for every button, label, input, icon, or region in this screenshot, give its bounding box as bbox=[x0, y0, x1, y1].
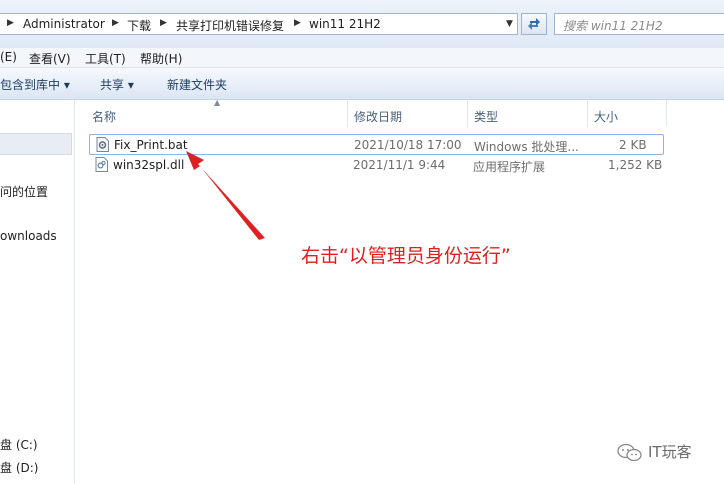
refresh-icon bbox=[528, 18, 540, 30]
menu-view[interactable]: 查看(V) bbox=[29, 50, 71, 67]
column-header-size[interactable]: 大小 bbox=[594, 108, 618, 125]
search-input[interactable]: 搜索 win11 21H2 bbox=[554, 13, 724, 35]
file-row[interactable]: win32spl.dll 2021/11/1 9:44 应用程序扩展 1,252… bbox=[89, 155, 664, 176]
breadcrumb-separator-icon[interactable]: ▶ bbox=[160, 18, 167, 28]
file-date: 2021/11/1 9:44 bbox=[353, 158, 446, 172]
column-header-name[interactable]: 名称 bbox=[92, 108, 116, 125]
file-name: Fix_Print.bat bbox=[114, 138, 188, 152]
search-placeholder: 搜索 win11 21H2 bbox=[563, 19, 663, 33]
column-divider[interactable] bbox=[666, 100, 667, 127]
sort-ascending-icon: ▲ bbox=[214, 98, 221, 107]
column-header-date[interactable]: 修改日期 bbox=[354, 108, 402, 125]
breadcrumb-administrator[interactable]: Administrator bbox=[23, 17, 105, 31]
breadcrumb-current-folder[interactable]: win11 21H2 bbox=[309, 17, 381, 31]
breadcrumb-separator-icon[interactable]: ▶ bbox=[7, 18, 14, 28]
file-row[interactable]: Fix_Print.bat 2021/10/18 17:00 Windows 批… bbox=[89, 134, 664, 155]
share-button[interactable]: 共享 ▾ bbox=[100, 76, 134, 93]
watermark-text: IT玩客 bbox=[648, 443, 692, 461]
menu-bar: (E) 查看(V) 工具(T) 帮助(H) bbox=[0, 48, 724, 68]
file-size: 1,252 KB bbox=[608, 158, 663, 172]
column-divider[interactable] bbox=[467, 100, 468, 127]
command-toolbar: 包含到库中 ▾ 共享 ▾ 新建文件夹 bbox=[0, 68, 724, 100]
nav-item-drive-d[interactable]: 盘 (D:) bbox=[0, 459, 38, 476]
breadcrumb-separator-icon[interactable]: ▶ bbox=[112, 18, 119, 28]
nav-item-drive-c[interactable]: 盘 (C:) bbox=[0, 436, 38, 453]
file-size: 2 KB bbox=[619, 138, 647, 152]
refresh-button[interactable] bbox=[521, 13, 547, 35]
address-dropdown-icon[interactable]: ▼ bbox=[506, 19, 513, 29]
breadcrumb-downloads[interactable]: 下载 bbox=[127, 17, 151, 34]
nav-selected-item[interactable] bbox=[0, 133, 72, 155]
file-type: Windows 批处理... bbox=[474, 140, 579, 154]
batch-file-icon bbox=[96, 137, 109, 152]
wechat-logo-icon bbox=[617, 443, 642, 462]
include-in-library-button[interactable]: 包含到库中 ▾ bbox=[0, 76, 70, 93]
file-name: win32spl.dll bbox=[113, 158, 185, 172]
navigation-pane: 问的位置 ownloads 盘 (C:) 盘 (D:) bbox=[0, 100, 75, 484]
column-divider[interactable] bbox=[587, 100, 588, 127]
column-header-bar: ▲ 名称 修改日期 类型 大小 bbox=[76, 98, 724, 127]
breadcrumb-printer-fix[interactable]: 共享打印机错误修复 bbox=[176, 17, 284, 34]
breadcrumb-separator-icon[interactable]: ▶ bbox=[294, 18, 301, 28]
menu-edit[interactable]: (E) bbox=[0, 50, 17, 64]
address-bar-area: ▶ Administrator ▶ 下载 ▶ 共享打印机错误修复 ▶ win11… bbox=[0, 0, 724, 48]
address-bar[interactable]: ▶ Administrator ▶ 下载 ▶ 共享打印机错误修复 ▶ win11… bbox=[0, 13, 518, 35]
new-folder-button[interactable]: 新建文件夹 bbox=[167, 76, 227, 93]
nav-item-downloads[interactable]: ownloads bbox=[0, 229, 57, 243]
file-type: 应用程序扩展 bbox=[473, 160, 546, 174]
column-header-type[interactable]: 类型 bbox=[474, 108, 498, 125]
dll-file-icon bbox=[95, 157, 108, 172]
column-divider[interactable] bbox=[347, 100, 348, 127]
file-date: 2021/10/18 17:00 bbox=[354, 138, 462, 152]
menu-tools[interactable]: 工具(T) bbox=[85, 50, 126, 67]
menu-help[interactable]: 帮助(H) bbox=[140, 50, 182, 67]
annotation-instruction: 右击“以管理员身份运行” bbox=[301, 245, 511, 267]
nav-item-recent-places[interactable]: 问的位置 bbox=[0, 183, 48, 200]
